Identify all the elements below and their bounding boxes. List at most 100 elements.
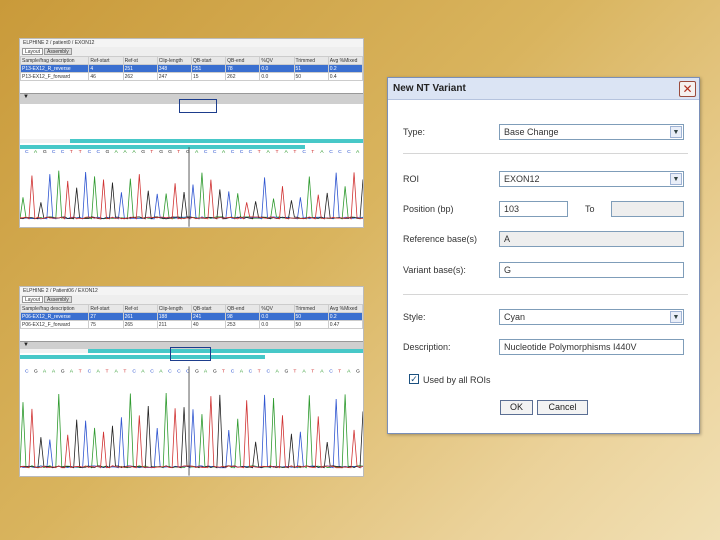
tab-assembly[interactable]: Assembly bbox=[44, 48, 72, 55]
variant-field[interactable]: G bbox=[499, 262, 684, 278]
coverage-bar bbox=[20, 355, 265, 359]
col-header[interactable]: Sample/frag description bbox=[20, 304, 90, 313]
table-row[interactable]: P13-EX12_F_forward 46 262 247 15 262 0.0… bbox=[20, 72, 363, 81]
base-call: A bbox=[347, 368, 351, 374]
col-header[interactable]: %QV bbox=[259, 56, 295, 65]
col-header[interactable]: Trimmed bbox=[293, 304, 329, 313]
base-call: C bbox=[150, 368, 154, 374]
type-select[interactable]: Base Change ▼ bbox=[499, 124, 684, 140]
cell: P13-EX12_F_forward bbox=[20, 72, 90, 81]
roi-select[interactable]: EXON12 ▼ bbox=[499, 171, 684, 187]
base-call: A bbox=[34, 149, 38, 155]
base-call: A bbox=[240, 368, 244, 374]
tab-layout[interactable]: Layout bbox=[22, 296, 44, 303]
base-call: G bbox=[141, 149, 145, 155]
chevron-down-icon[interactable]: ▼ bbox=[670, 173, 682, 185]
new-nt-variant-dialog: New NT Variant ✕ Type: Base Change ▼ ROI… bbox=[387, 77, 700, 434]
cell: 261 bbox=[122, 312, 158, 321]
col-header[interactable]: Ref-st bbox=[122, 56, 158, 65]
base-call: A bbox=[97, 368, 101, 374]
description-label: Description: bbox=[403, 342, 451, 352]
dialog-titlebar[interactable]: New NT Variant ✕ bbox=[388, 78, 699, 100]
col-header[interactable]: Ref-start bbox=[88, 304, 124, 313]
base-call: A bbox=[132, 149, 136, 155]
chromatogram-trace: CGAAGATCATATCACACCCGAGTCACTCAGTATACTAG bbox=[20, 366, 363, 476]
description-field[interactable]: Nucleotide Polymorphisms I440V bbox=[499, 339, 684, 355]
base-call: C bbox=[231, 149, 235, 155]
base-call: T bbox=[258, 149, 261, 155]
col-header[interactable]: Trimmed bbox=[293, 56, 329, 65]
base-call: A bbox=[356, 149, 360, 155]
chevron-down-icon[interactable]: ▼ bbox=[670, 311, 682, 323]
base-call: A bbox=[267, 149, 271, 155]
col-header[interactable]: QB-end bbox=[225, 56, 261, 65]
close-icon[interactable]: ✕ bbox=[679, 81, 696, 97]
base-call: C bbox=[97, 149, 101, 155]
cell: 0.2 bbox=[327, 312, 363, 321]
base-call: T bbox=[79, 368, 82, 374]
position-field[interactable]: 103 bbox=[499, 201, 568, 217]
to-label: To bbox=[585, 204, 595, 214]
chromatogram-trace: CAGCCTTCCGAAAGTGGTGACCACCCTATATCTACCCA bbox=[20, 147, 363, 227]
col-header[interactable]: %QV bbox=[259, 304, 295, 313]
base-call: A bbox=[141, 368, 145, 374]
reference-field: A bbox=[499, 231, 684, 247]
cell: 188 bbox=[156, 312, 192, 321]
col-header[interactable]: Ref-start bbox=[88, 56, 124, 65]
base-call: T bbox=[293, 368, 296, 374]
variant-row: Variant base(s): G bbox=[403, 262, 688, 278]
base-call: T bbox=[338, 368, 341, 374]
cell: 253 bbox=[225, 320, 261, 329]
cell: 40 bbox=[190, 320, 227, 329]
cancel-button[interactable]: Cancel bbox=[537, 400, 588, 415]
base-call: C bbox=[249, 149, 253, 155]
table-spacer bbox=[20, 81, 363, 93]
cell: 348 bbox=[156, 64, 192, 73]
col-header[interactable]: QB-end bbox=[225, 304, 261, 313]
trace-line bbox=[20, 170, 363, 220]
col-header[interactable]: Clip-length bbox=[156, 304, 192, 313]
table-row[interactable]: P06-EX12_F_forward 75 265 211 40 253 0.0… bbox=[20, 320, 363, 329]
cell: 98 bbox=[225, 312, 261, 321]
base-call: C bbox=[52, 149, 56, 155]
collapse-arrow-icon[interactable]: ▼ bbox=[23, 342, 29, 348]
cell: 241 bbox=[190, 312, 227, 321]
base-call: G bbox=[356, 368, 360, 374]
base-call: A bbox=[114, 149, 118, 155]
style-select-value: Cyan bbox=[504, 312, 526, 322]
tab-assembly[interactable]: Assembly bbox=[44, 296, 72, 303]
cell: 262 bbox=[122, 72, 158, 81]
base-call: C bbox=[302, 149, 306, 155]
chevron-down-icon[interactable]: ▼ bbox=[670, 126, 682, 138]
cell: 50 bbox=[293, 312, 329, 321]
coverage-bar-gap bbox=[20, 349, 88, 353]
chromatogram-panel-top: ELPHINE 2 / patient0 / EXON12 Layout Ass… bbox=[19, 38, 364, 228]
style-select[interactable]: Cyan ▼ bbox=[499, 309, 684, 325]
viewport-marker[interactable] bbox=[170, 347, 211, 361]
col-header[interactable]: Ref-st bbox=[122, 304, 158, 313]
collapse-arrow-icon[interactable]: ▼ bbox=[23, 94, 29, 100]
col-header[interactable]: QB-start bbox=[190, 56, 227, 65]
cell: 0.4 bbox=[327, 72, 363, 81]
cell: P06-EX12_F_forward bbox=[20, 320, 90, 329]
base-call: G bbox=[159, 149, 163, 155]
col-header[interactable]: QB-start bbox=[190, 304, 227, 313]
col-header[interactable]: Clip-length bbox=[156, 56, 192, 65]
reference-row: Reference base(s) A bbox=[403, 231, 688, 247]
base-call: T bbox=[106, 368, 109, 374]
col-header[interactable]: Sample/frag description bbox=[20, 56, 90, 65]
col-header[interactable]: Avg %Mixed bbox=[327, 304, 363, 313]
base-call: T bbox=[177, 149, 180, 155]
table-row[interactable]: P13-EX12_R_reverse 4 251 348 251 78 0.0 … bbox=[20, 64, 363, 73]
col-header[interactable]: Avg %Mixed bbox=[327, 56, 363, 65]
cell: 50 bbox=[293, 72, 329, 81]
base-call: A bbox=[320, 149, 324, 155]
ok-button[interactable]: OK bbox=[500, 400, 533, 415]
cell: 0.2 bbox=[327, 64, 363, 73]
tab-layout[interactable]: Layout bbox=[22, 48, 44, 55]
base-call: A bbox=[204, 368, 208, 374]
viewport-marker[interactable] bbox=[179, 99, 217, 113]
table-row[interactable]: P06-EX12_R_reverse 27 261 188 241 98 0.0… bbox=[20, 312, 363, 321]
base-call: G bbox=[43, 149, 47, 155]
used-by-all-checkbox[interactable]: ✓ bbox=[409, 374, 419, 384]
